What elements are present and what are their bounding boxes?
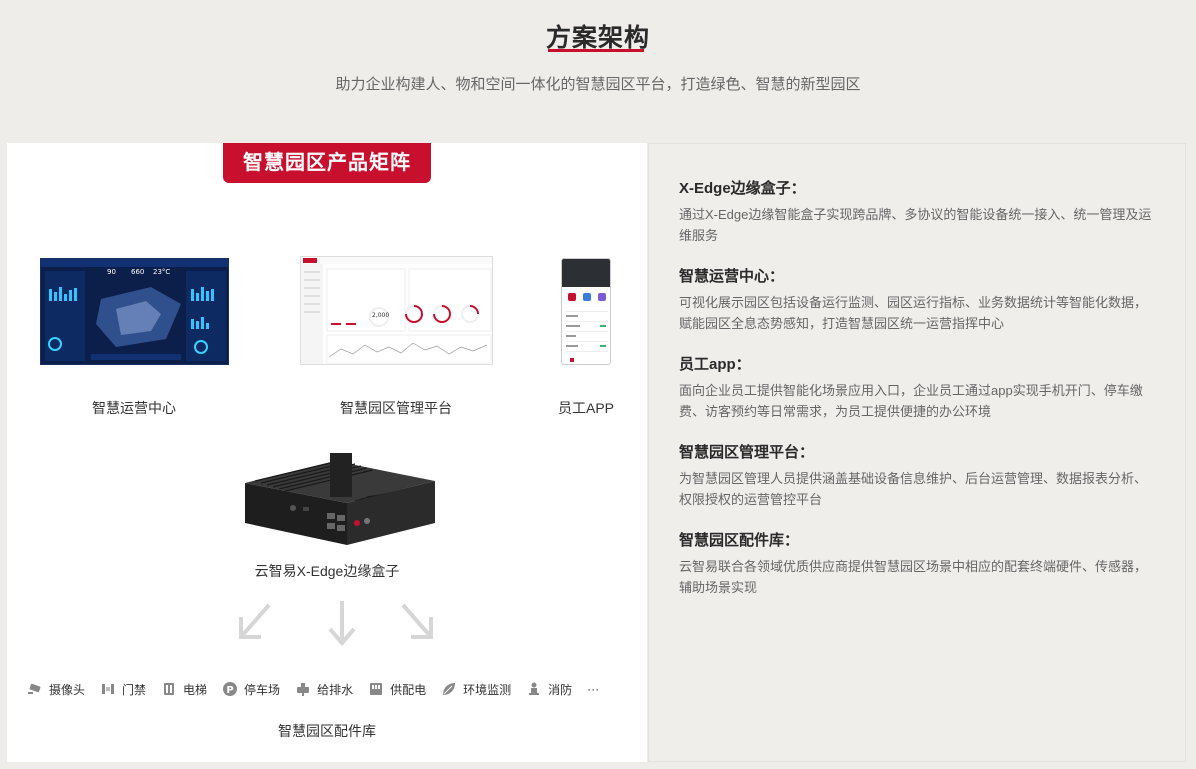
dashboard-stat-2: 660 bbox=[131, 268, 145, 276]
arrow-down-right-icon bbox=[401, 603, 433, 639]
product-label-operations-center: 智慧运营中心 bbox=[92, 400, 176, 416]
desc-title: 智慧园区配件库： bbox=[679, 532, 800, 549]
accessory-label: 摄像头 bbox=[49, 682, 86, 697]
desc-accessory-library: 智慧园区配件库： 云智易联合各领域优质供应商提供智慧园区场景中相应的配套终端硬件… bbox=[679, 529, 1159, 598]
product-matrix-panel: 智慧园区产品矩阵 90 660 23°C 2,000 智慧运营中心 智慧园区管理… bbox=[7, 143, 647, 762]
accessory-door-access[interactable]: 门禁 bbox=[100, 681, 146, 698]
accessory-label: 消防 bbox=[548, 682, 573, 697]
desc-x-edge: X-Edge边缘盒子： 通过X-Edge边缘智能盒子实现跨品牌、多协议的智能设备… bbox=[679, 177, 1159, 246]
accessory-label: 门禁 bbox=[122, 682, 147, 697]
accessory-label: 给排水 bbox=[317, 682, 354, 697]
door-access-icon bbox=[102, 684, 115, 694]
section-header: 方案架构 助力企业构建人、物和空间一体化的智慧园区平台，打造绿色、智慧的新型园区 bbox=[0, 0, 1196, 140]
x-edge-box-image bbox=[235, 453, 440, 551]
arrow-down-icon bbox=[328, 601, 356, 647]
title-underline bbox=[548, 49, 644, 52]
accessory-parking[interactable]: P 停车场 bbox=[222, 681, 280, 698]
accessory-fire[interactable]: 消防 bbox=[526, 681, 572, 698]
desc-title: X-Edge边缘盒子： bbox=[679, 180, 806, 197]
water-icon bbox=[297, 683, 310, 696]
accessory-camera[interactable]: 摄像头 bbox=[27, 681, 85, 698]
accessory-label: 电梯 bbox=[183, 682, 208, 697]
desc-operations-center: 智慧运营中心： 可视化展示园区包括设备运行监测、园区运行指标、业务数据统计等智能… bbox=[679, 265, 1159, 334]
accessory-elevator[interactable]: 电梯 bbox=[161, 681, 207, 698]
operations-center-screenshot[interactable]: 90 660 23°C bbox=[40, 258, 229, 365]
leaf-icon bbox=[443, 683, 456, 695]
accessory-label: 停车场 bbox=[244, 682, 281, 697]
desc-text: 通过X-Edge边缘智能盒子实现跨品牌、多协议的智能设备统一接入、统一管理及运维… bbox=[679, 207, 1152, 243]
accessory-label: 环境监测 bbox=[463, 682, 512, 697]
parking-icon: P bbox=[223, 682, 238, 696]
desc-title: 智慧园区管理平台： bbox=[679, 444, 815, 461]
accessory-label: 供配电 bbox=[390, 682, 427, 697]
dashboard-stat-3: 23°C bbox=[153, 268, 171, 276]
product-label-management-platform: 智慧园区管理平台 bbox=[340, 400, 452, 416]
power-icon bbox=[370, 683, 383, 695]
elevator-icon bbox=[164, 683, 175, 695]
page-subtitle: 助力企业构建人、物和空间一体化的智慧园区平台，打造绿色、智慧的新型园区 bbox=[335, 76, 861, 93]
accessory-power[interactable]: 供配电 bbox=[368, 681, 426, 698]
accessory-library-label: 智慧园区配件库 bbox=[278, 723, 376, 739]
mgmt-total-value: 2,000 bbox=[372, 312, 390, 319]
more-accessories-indicator[interactable]: ··· bbox=[587, 682, 599, 696]
desc-title: 智慧运营中心： bbox=[679, 268, 785, 285]
desc-text: 为智慧园区管理人员提供涵盖基础设备信息维护、后台运营管理、数据报表分析、权限授权… bbox=[679, 471, 1148, 507]
arrow-down-left-icon bbox=[239, 603, 271, 639]
management-platform-screenshot[interactable]: 2,000 bbox=[300, 256, 493, 365]
employee-app-screenshot[interactable] bbox=[561, 258, 611, 365]
desc-text: 可视化展示园区包括设备运行监测、园区运行指标、业务数据统计等智能化数据，赋能园区… bbox=[679, 295, 1148, 331]
accessory-water[interactable]: 给排水 bbox=[295, 681, 353, 698]
svg-text:P: P bbox=[226, 685, 233, 696]
dashboard-stat-1: 90 bbox=[107, 268, 116, 276]
matrix-badge: 智慧园区产品矩阵 bbox=[223, 143, 431, 183]
desc-management-platform: 智慧园区管理平台： 为智慧园区管理人员提供涵盖基础设备信息维护、后台运营管理、数… bbox=[679, 441, 1159, 510]
desc-text: 面向企业员工提供智能化场景应用入口，企业员工通过app实现手机开门、停车缴费、访… bbox=[679, 383, 1143, 419]
description-panel: X-Edge边缘盒子： 通过X-Edge边缘智能盒子实现跨品牌、多协议的智能设备… bbox=[648, 143, 1186, 762]
desc-title: 员工app： bbox=[679, 356, 751, 373]
x-edge-box-label: 云智易X-Edge边缘盒子 bbox=[254, 563, 400, 579]
product-label-employee-app: 员工APP bbox=[558, 400, 615, 416]
desc-employee-app: 员工app： 面向企业员工提供智能化场景应用入口，企业员工通过app实现手机开门… bbox=[679, 353, 1159, 422]
fire-icon bbox=[529, 682, 540, 695]
accessory-environment[interactable]: 环境监测 bbox=[441, 681, 511, 698]
accessory-list: 摄像头 门禁 电梯 P 停车场 给排水 供配电 环境监测 消防 ··· bbox=[27, 679, 637, 699]
desc-text: 云智易联合各领域优质供应商提供智慧园区场景中相应的配套终端硬件、传感器，辅助场景… bbox=[679, 559, 1148, 595]
camera-icon bbox=[28, 683, 41, 694]
